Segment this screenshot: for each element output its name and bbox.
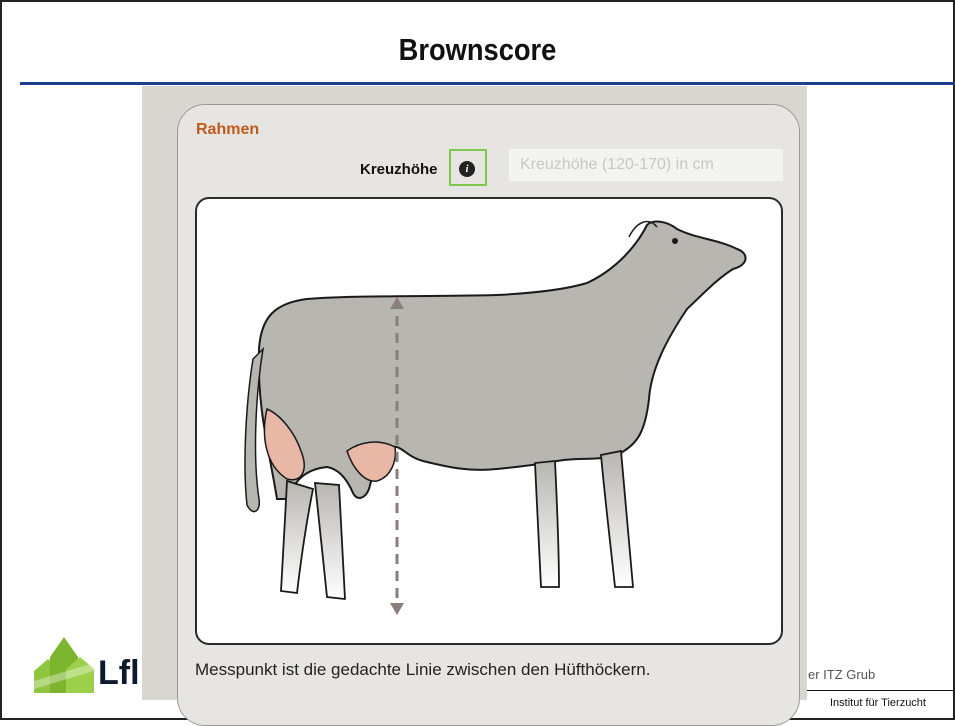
info-circle-icon: i bbox=[459, 161, 475, 177]
hind-leg-left bbox=[280, 479, 315, 595]
form-card: Rahmen Kreuzhöhe i Kreuzhöhe (120-170) i… bbox=[177, 104, 800, 726]
front-leg-right bbox=[600, 449, 634, 588]
logo-text: Lfl bbox=[98, 654, 140, 692]
footer-divider bbox=[788, 690, 955, 691]
hind-leg-right bbox=[313, 482, 346, 601]
slide-title: Brownscore bbox=[398, 32, 557, 67]
cow-illustration bbox=[244, 220, 747, 615]
cow-eye bbox=[672, 238, 678, 244]
field-label-kreuzhoehe: Kreuzhöhe bbox=[360, 161, 438, 178]
measurement-caption: Messpunkt ist die gedachte Linie zwische… bbox=[195, 660, 651, 679]
title-divider bbox=[20, 82, 955, 85]
app-screenshot: Rahmen Kreuzhöhe i Kreuzhöhe (120-170) i… bbox=[142, 86, 807, 726]
measurement-arrow-bottom-icon bbox=[390, 603, 404, 615]
measurement-image-panel bbox=[195, 197, 783, 645]
cow-body bbox=[257, 220, 747, 500]
cow-tail bbox=[244, 346, 265, 513]
front-leg-left bbox=[534, 460, 560, 588]
footer-organization: er ITZ Grub bbox=[808, 667, 876, 682]
footer-institute: Institut für Tierzucht bbox=[830, 697, 926, 709]
section-title: Rahmen bbox=[196, 121, 260, 138]
kreuzhoehe-input[interactable] bbox=[508, 148, 784, 182]
info-button[interactable]: i bbox=[449, 149, 487, 186]
